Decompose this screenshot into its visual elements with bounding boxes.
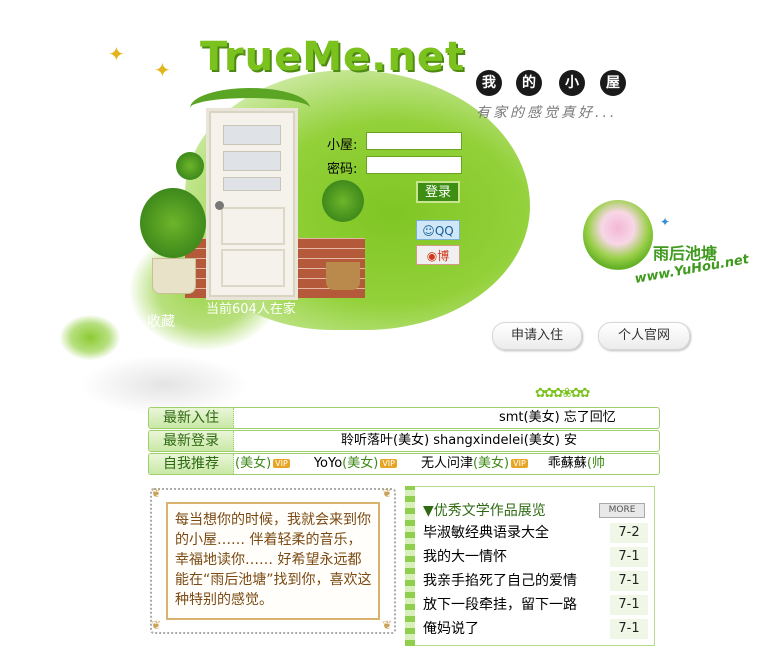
- hanging-plant: [176, 152, 204, 180]
- house-input[interactable]: [366, 132, 462, 150]
- qq-icon: ☺: [422, 224, 435, 238]
- login-row: 最新登录 聆听落叶(美女) shangxindelei(美女) 安: [148, 430, 660, 452]
- recommend-name[interactable]: 无人问津: [421, 456, 473, 471]
- literature-title: ▼优秀文学作品展览: [423, 503, 546, 519]
- article-date: 7-2: [610, 523, 648, 543]
- article-date: 7-1: [610, 547, 648, 567]
- sparkle-icon: ✦: [660, 215, 671, 229]
- bow-icon: ❦: [382, 486, 393, 500]
- panel-border-decoration: [405, 486, 415, 646]
- site-logo[interactable]: TrueMe.net: [200, 34, 465, 80]
- newest-text[interactable]: smt(美女) 忘了回忆: [237, 408, 659, 428]
- title-char: 的: [516, 70, 542, 96]
- recommend-list: (美女) VIP YoYo(美女) VIP 无人问津(美女) VIP 乖蘇蘇(帅: [235, 454, 659, 474]
- quote-text: 每当想你的时候，我就会来到你的小屋…… 伴着轻柔的音乐，幸福地读你…… 好希望永…: [175, 512, 372, 608]
- article-link[interactable]: 毕淑敏经典语录大全: [423, 523, 603, 543]
- house-door: [206, 108, 298, 300]
- qq-login-button[interactable]: ☺QQ: [416, 220, 460, 240]
- vip-icon: VIP: [380, 459, 397, 468]
- title-char: 屋: [600, 70, 626, 96]
- article-date: 7-1: [610, 619, 648, 639]
- weibo-icon: ◉: [426, 249, 438, 263]
- recommend-tag: (美女): [235, 456, 272, 471]
- official-site-button[interactable]: 个人官网: [598, 322, 690, 350]
- more-button[interactable]: MORE: [599, 503, 645, 518]
- recommend-row: 自我推荐 (美女) VIP YoYo(美女) VIP 无人问津(美女) VIP 乖蘇蘇(帅: [148, 453, 660, 475]
- article-date: 7-1: [610, 571, 648, 591]
- bird-icon: ✦: [108, 42, 125, 66]
- topiary-plant: [322, 180, 364, 222]
- login-label: 最新登录: [149, 431, 234, 451]
- login-button[interactable]: 登录: [416, 181, 460, 203]
- ground-shadow: [80, 355, 250, 415]
- article-link[interactable]: 我亲手掐死了自己的爱情: [423, 571, 603, 591]
- green-blob-tiny: [60, 315, 120, 360]
- recommend-tag: (帅: [586, 456, 605, 471]
- password-input[interactable]: [366, 156, 462, 174]
- newest-label: 最新入住: [149, 408, 234, 428]
- title-char: 我: [476, 70, 502, 96]
- recommend-name[interactable]: YoYo: [314, 456, 342, 471]
- login-text[interactable]: 聆听落叶(美女) shangxindelei(美女) 安: [237, 431, 659, 451]
- lotus-logo[interactable]: [583, 200, 653, 270]
- bird-icon: ✦: [154, 58, 171, 82]
- article-link[interactable]: 我的大一情怀: [423, 547, 603, 567]
- recommend-tag: (美女): [472, 456, 510, 471]
- weibo-login-button[interactable]: ◉博: [416, 245, 460, 265]
- recommend-tag: (美女): [342, 456, 379, 471]
- bow-icon: ❦: [151, 618, 162, 632]
- flower-decoration: ✿✿✿❀✿✿: [535, 386, 590, 401]
- house-label: 小屋:: [327, 138, 358, 153]
- article-date: 7-1: [610, 595, 648, 615]
- collect-button[interactable]: 收藏: [147, 311, 175, 331]
- recommend-label: 自我推荐: [149, 454, 234, 474]
- slogan: 有家的感觉真好...: [476, 105, 618, 121]
- door-knob: [215, 201, 224, 210]
- article-link[interactable]: 俺妈说了: [423, 619, 603, 639]
- vip-icon: VIP: [511, 459, 528, 468]
- vip-icon: VIP: [273, 459, 290, 468]
- password-label: 密码:: [327, 162, 358, 177]
- newest-row: 最新入住 smt(美女) 忘了回忆: [148, 407, 660, 429]
- flower-pot: [326, 262, 360, 290]
- title-char: 小: [559, 70, 585, 96]
- bow-icon: ❦: [151, 486, 162, 500]
- online-count: 当前604人在家: [206, 302, 296, 317]
- apply-button[interactable]: 申请入住: [492, 322, 582, 350]
- recommend-name[interactable]: 乖蘇蘇: [548, 456, 587, 471]
- tree-plant: [140, 188, 206, 258]
- heart-pot: [152, 258, 196, 294]
- bow-icon: ❦: [382, 618, 393, 632]
- article-link[interactable]: 放下一段牵挂，留下一路: [423, 595, 603, 615]
